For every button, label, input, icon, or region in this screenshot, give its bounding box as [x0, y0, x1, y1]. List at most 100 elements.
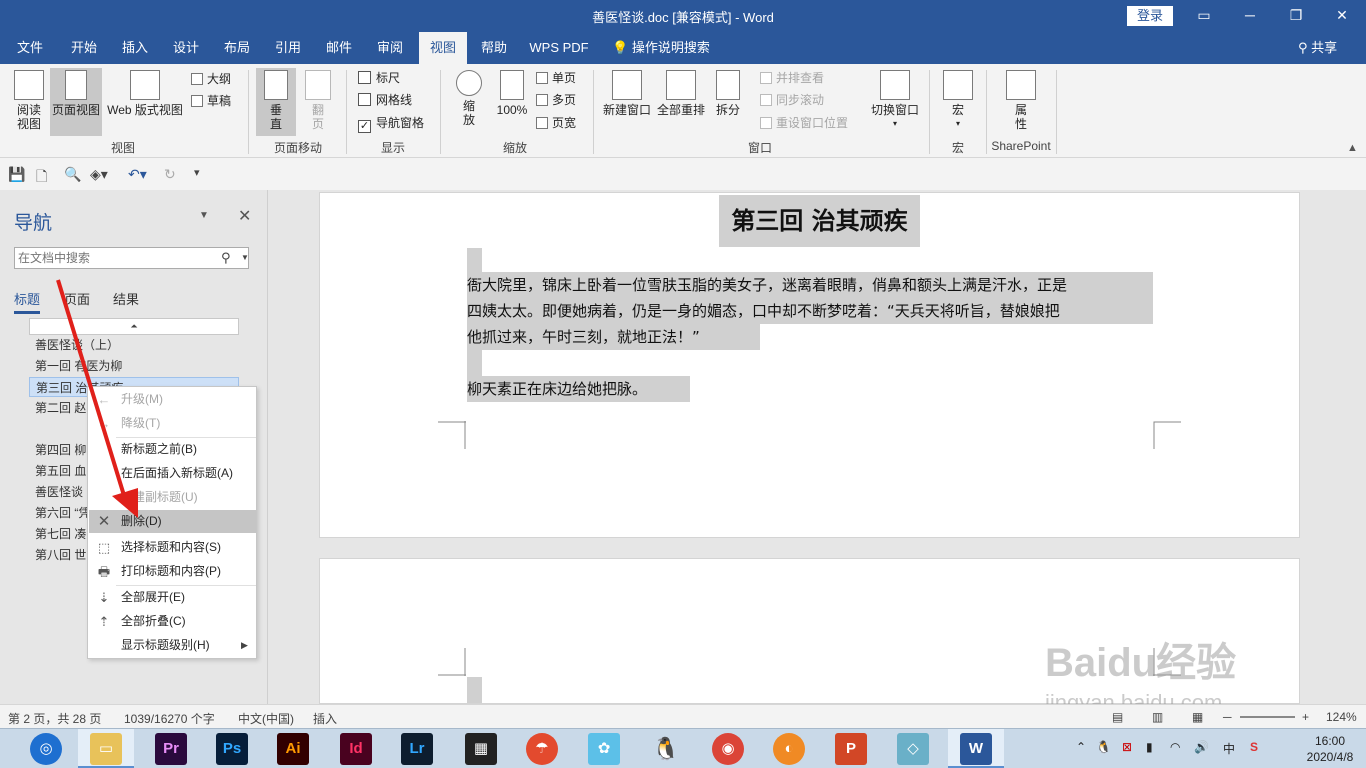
- zoom-in-icon[interactable]: +: [1302, 710, 1309, 724]
- document-paragraph-line[interactable]: 他抓过来，午时三刻，就地正法！”: [467, 324, 760, 350]
- gridlines-checkbox[interactable]: 网格线: [358, 90, 412, 110]
- zoom-button[interactable]: 缩 放: [450, 70, 488, 136]
- status-language[interactable]: 中文(中国): [238, 710, 294, 727]
- nav-tab-headings[interactable]: 标题: [14, 289, 41, 314]
- tab-mailings[interactable]: 邮件: [317, 32, 361, 64]
- network-tray-icon[interactable]: ⊠: [1122, 740, 1132, 754]
- web-layout-button[interactable]: Web 版式视图: [104, 70, 186, 136]
- redo-icon[interactable]: ↻: [164, 166, 176, 183]
- nav-pane-checkbox[interactable]: ✓ 导航窗格: [358, 113, 424, 133]
- switch-windows-button[interactable]: 切换窗口 ▾: [868, 70, 922, 136]
- sync-scroll-button[interactable]: 同步滚动: [760, 90, 824, 110]
- wifi-tray-icon[interactable]: ◠: [1170, 740, 1180, 754]
- print-preview-icon[interactable]: 🔍: [64, 166, 81, 183]
- restore-icon[interactable]: ❐: [1273, 0, 1319, 32]
- undo-icon[interactable]: ↶▾: [128, 166, 147, 183]
- chrome-icon[interactable]: ◉: [712, 733, 744, 765]
- web-layout-view-icon[interactable]: ▦: [1192, 710, 1203, 724]
- media-player-icon[interactable]: ◐: [773, 733, 805, 765]
- battery-tray-icon[interactable]: ▮: [1146, 740, 1153, 754]
- browser-360-icon[interactable]: ◎: [30, 733, 62, 765]
- nav-options-icon[interactable]: ▼: [199, 210, 209, 221]
- zoom-out-icon[interactable]: ─: [1223, 710, 1232, 724]
- powerpoint-icon[interactable]: P: [835, 733, 867, 765]
- new-document-icon[interactable]: 🗋: [36, 166, 47, 190]
- sogou-ime-icon[interactable]: S: [1250, 740, 1258, 754]
- customize-qat-icon[interactable]: ▾: [194, 166, 200, 179]
- tab-file[interactable]: 文件: [8, 32, 52, 64]
- taskbar-clock[interactable]: 16:00 2020/4/8: [1300, 733, 1360, 765]
- qq-tray-icon[interactable]: 🐧: [1096, 740, 1111, 754]
- multiple-pages-button[interactable]: 多页: [536, 90, 576, 110]
- qq-icon[interactable]: 🐧: [650, 733, 682, 765]
- reset-window-position-button[interactable]: 重设窗口位置: [760, 113, 848, 133]
- ribbon-display-icon[interactable]: ▭: [1181, 0, 1227, 32]
- chevron-down-icon[interactable]: ▼: [241, 253, 249, 262]
- indesign-icon[interactable]: Id: [340, 733, 372, 765]
- macros-button[interactable]: 宏 ▾: [938, 70, 978, 136]
- volume-tray-icon[interactable]: 🔊: [1194, 740, 1209, 754]
- arrange-all-button[interactable]: 全部重排: [654, 70, 708, 136]
- vertical-button[interactable]: 垂 直: [256, 68, 296, 136]
- document-paragraph-line[interactable]: 四姨太太。即便她病着，仍是一身的媚态，口中却不断梦呓着：“天兵天将听旨，替娘娘把: [467, 298, 1153, 324]
- tab-review[interactable]: 审阅: [368, 32, 412, 64]
- status-insert-mode[interactable]: 插入: [313, 710, 337, 727]
- tab-references[interactable]: 引用: [266, 32, 310, 64]
- menu-item-expand-all[interactable]: ⇣ 全部展开(E): [89, 586, 256, 609]
- document-paragraph-line[interactable]: 柳天素正在床边给她把脉。: [467, 376, 690, 402]
- notes-app-icon[interactable]: ◇: [897, 733, 929, 765]
- status-page-count[interactable]: 第 2 页，共 28 页: [8, 710, 101, 727]
- properties-button[interactable]: 属 性: [1000, 70, 1042, 136]
- page-width-button[interactable]: 页宽: [536, 113, 576, 133]
- zoom-level[interactable]: 124%: [1326, 710, 1357, 724]
- video-editor-icon[interactable]: ▦: [465, 733, 497, 765]
- umbrella-app-icon[interactable]: ☂: [526, 733, 558, 765]
- print-layout-button[interactable]: 页面视图: [50, 68, 102, 136]
- split-button[interactable]: 拆分: [710, 70, 746, 136]
- close-icon[interactable]: ✕: [1319, 0, 1365, 32]
- menu-item-collapse-all[interactable]: ⇡ 全部折叠(C): [89, 610, 256, 633]
- chat-app-icon[interactable]: ✿: [588, 733, 620, 765]
- tab-insert[interactable]: 插入: [113, 32, 157, 64]
- read-mode-button[interactable]: 阅读 视图: [10, 70, 48, 136]
- one-page-button[interactable]: 单页: [536, 68, 576, 88]
- tab-help[interactable]: 帮助: [472, 32, 516, 64]
- photoshop-icon[interactable]: Ps: [216, 733, 248, 765]
- side-by-side-button[interactable]: 并排查看: [760, 68, 824, 88]
- login-button[interactable]: 登录: [1127, 6, 1173, 26]
- side-to-side-button[interactable]: 翻 页: [300, 70, 336, 136]
- collapse-ribbon-icon[interactable]: ▲: [1347, 142, 1358, 154]
- minimize-icon[interactable]: ─: [1227, 0, 1273, 32]
- ruler-checkbox[interactable]: 标尺: [358, 68, 400, 88]
- ime-indicator[interactable]: 中: [1223, 740, 1235, 757]
- zoom-100-button[interactable]: 100%: [492, 70, 532, 136]
- menu-item-show-heading-levels[interactable]: 显示标题级别(H) ▶: [89, 634, 256, 657]
- nav-close-icon[interactable]: ✕: [238, 206, 251, 226]
- share-button[interactable]: ⚲ 共享: [1298, 32, 1337, 64]
- lightroom-icon[interactable]: Lr: [401, 733, 433, 765]
- tab-wps-pdf[interactable]: WPS PDF: [523, 32, 595, 64]
- touch-mode-icon[interactable]: ◈▾: [90, 166, 108, 183]
- premiere-icon[interactable]: Pr: [155, 733, 187, 765]
- tab-view[interactable]: 视图: [419, 32, 467, 64]
- save-icon[interactable]: 💾: [8, 166, 25, 183]
- file-explorer-icon[interactable]: ▭: [90, 733, 122, 765]
- nav-search-input[interactable]: [15, 248, 210, 268]
- menu-item-print-heading-content[interactable]: 🖶 打印标题和内容(P): [89, 560, 256, 583]
- outline-button[interactable]: 大纲: [191, 69, 231, 89]
- status-word-count[interactable]: 1039/16270 个字: [124, 710, 215, 727]
- print-layout-view-icon[interactable]: ▥: [1152, 710, 1163, 724]
- tell-me-search[interactable]: 💡 操作说明搜索: [612, 32, 710, 64]
- tab-design[interactable]: 设计: [164, 32, 208, 64]
- document-paragraph-line[interactable]: 衙大院里，锦床上卧着一位雪肤玉脂的美女子，迷离着眼睛，俏鼻和额头上满是汗水，正是: [467, 272, 1153, 298]
- illustrator-icon[interactable]: Ai: [277, 733, 309, 765]
- new-window-button[interactable]: 新建窗口: [600, 70, 654, 136]
- tray-expand-icon[interactable]: ⌃: [1076, 740, 1086, 754]
- document-heading[interactable]: 第三回 治其顽疾: [719, 195, 920, 247]
- read-mode-view-icon[interactable]: ▤: [1112, 710, 1123, 724]
- draft-button[interactable]: 草稿: [191, 91, 231, 111]
- word-icon[interactable]: W: [960, 733, 992, 765]
- tab-layout[interactable]: 布局: [215, 32, 259, 64]
- zoom-slider[interactable]: [1240, 716, 1295, 718]
- search-icon[interactable]: ⚲: [221, 250, 231, 266]
